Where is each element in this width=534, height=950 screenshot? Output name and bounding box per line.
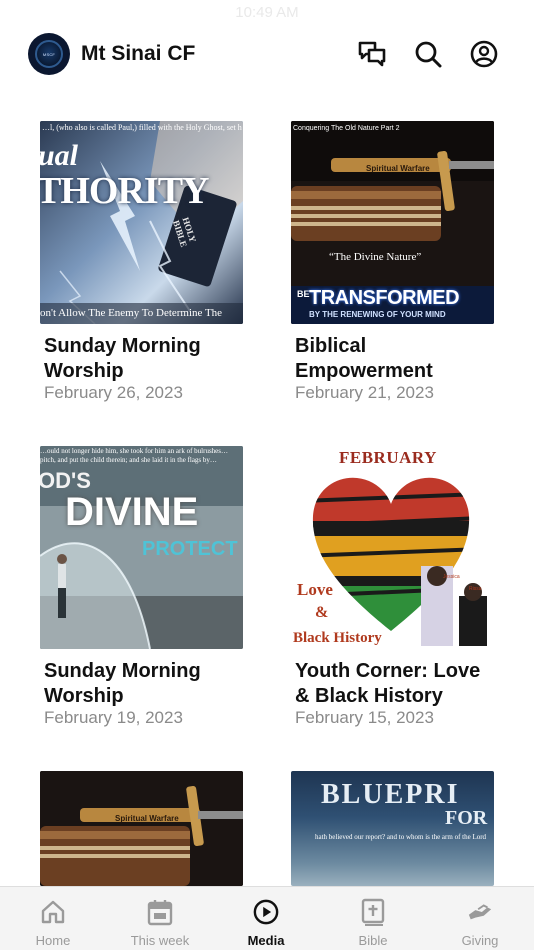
thumbnail-side-text: BE — [297, 289, 310, 299]
tab-label: Giving — [461, 933, 499, 948]
thumbnail-love-text: Love — [297, 580, 333, 599]
media-grid: …l, (who also is called Paul,) filled wi… — [0, 0, 534, 950]
thumbnail-top-text: …l, (who also is called Paul,) filled wi… — [42, 123, 242, 132]
thumbnail-big-text: DIVINE — [65, 490, 199, 534]
thumbnail-sword-text: Spiritual Warfare — [366, 164, 430, 173]
media-thumbnail[interactable]: BLUEPRI FOR hath believed our report? an… — [291, 771, 494, 886]
thumbnail-big-text: BLUEPRI — [321, 779, 460, 810]
calendar-icon — [147, 898, 173, 926]
bible-icon — [360, 898, 386, 926]
thumbnail-big-text: PROTECT — [142, 538, 238, 560]
thumbnail-top-text: FEBRUARY — [339, 448, 437, 467]
tab-label: Media — [247, 933, 285, 948]
thumbnail-top-text: …ould not longer hide him, she took for … — [40, 447, 228, 464]
tab-home[interactable]: Home — [0, 887, 106, 950]
tab-bible[interactable]: Bible — [320, 887, 426, 950]
thumbnail-name: Jessica — [443, 574, 460, 580]
thumbnail-top-text: Conquering The Old Nature Part 2 — [293, 125, 400, 132]
media-title[interactable]: Sunday Morning Worship — [44, 334, 244, 384]
thumbnail-name: Rissa — [469, 586, 482, 592]
play-icon — [253, 898, 279, 926]
tab-label: This week — [130, 933, 190, 948]
tab-label: Home — [35, 933, 71, 948]
thumbnail-big-text: TRANSFORMED — [309, 287, 460, 309]
tab-label: Bible — [358, 933, 388, 948]
thumbnail-sword-text: Spiritual Warfare — [115, 814, 179, 823]
bottom-tab-bar: Home This week Media Bible Giving — [0, 886, 534, 950]
media-title[interactable]: Sunday Morning Worship — [44, 659, 244, 709]
media-title[interactable]: Youth Corner: Love & Black History — [295, 659, 495, 709]
thumbnail-big-text: ual — [40, 139, 79, 172]
media-thumbnail[interactable]: Conquering The Old Nature Part 2 Spiritu… — [291, 121, 494, 324]
tab-this-week[interactable]: This week — [107, 887, 213, 950]
media-thumbnail[interactable]: FEBRUARY Love & Black History Jessica Ri… — [291, 446, 494, 649]
media-thumbnail[interactable]: …l, (who also is called Paul,) filled wi… — [40, 121, 243, 324]
media-thumbnail[interactable]: Spiritual Warfare — [40, 771, 243, 886]
thumbnail-bottom-text: Black History — [293, 630, 382, 646]
media-date: February 26, 2023 — [44, 383, 183, 402]
media-date: February 19, 2023 — [44, 708, 183, 727]
thumbnail-quote: “The Divine Nature” — [329, 251, 422, 263]
media-date: February 21, 2023 — [295, 383, 434, 402]
tab-media[interactable]: Media — [213, 887, 319, 950]
thumbnail-big-text: THORITY — [40, 170, 209, 212]
media-title[interactable]: Biblical Empowerment — [295, 334, 495, 384]
tab-giving[interactable]: Giving — [427, 887, 533, 950]
giving-icon — [467, 898, 493, 926]
media-date: February 15, 2023 — [295, 708, 434, 727]
thumbnail-bottom-text: on't Allow The Enemy To Determine The — [40, 307, 223, 319]
thumbnail-big-text: FOR — [445, 807, 488, 829]
thumbnail-sub-text: BY THE RENEWING OF YOUR MIND — [309, 310, 446, 319]
home-icon — [40, 898, 66, 926]
thumbnail-amp-text: & — [315, 604, 329, 621]
media-thumbnail[interactable]: …ould not longer hide him, she took for … — [40, 446, 243, 649]
thumbnail-sub-text: hath believed our report? and to whom is… — [315, 833, 487, 841]
